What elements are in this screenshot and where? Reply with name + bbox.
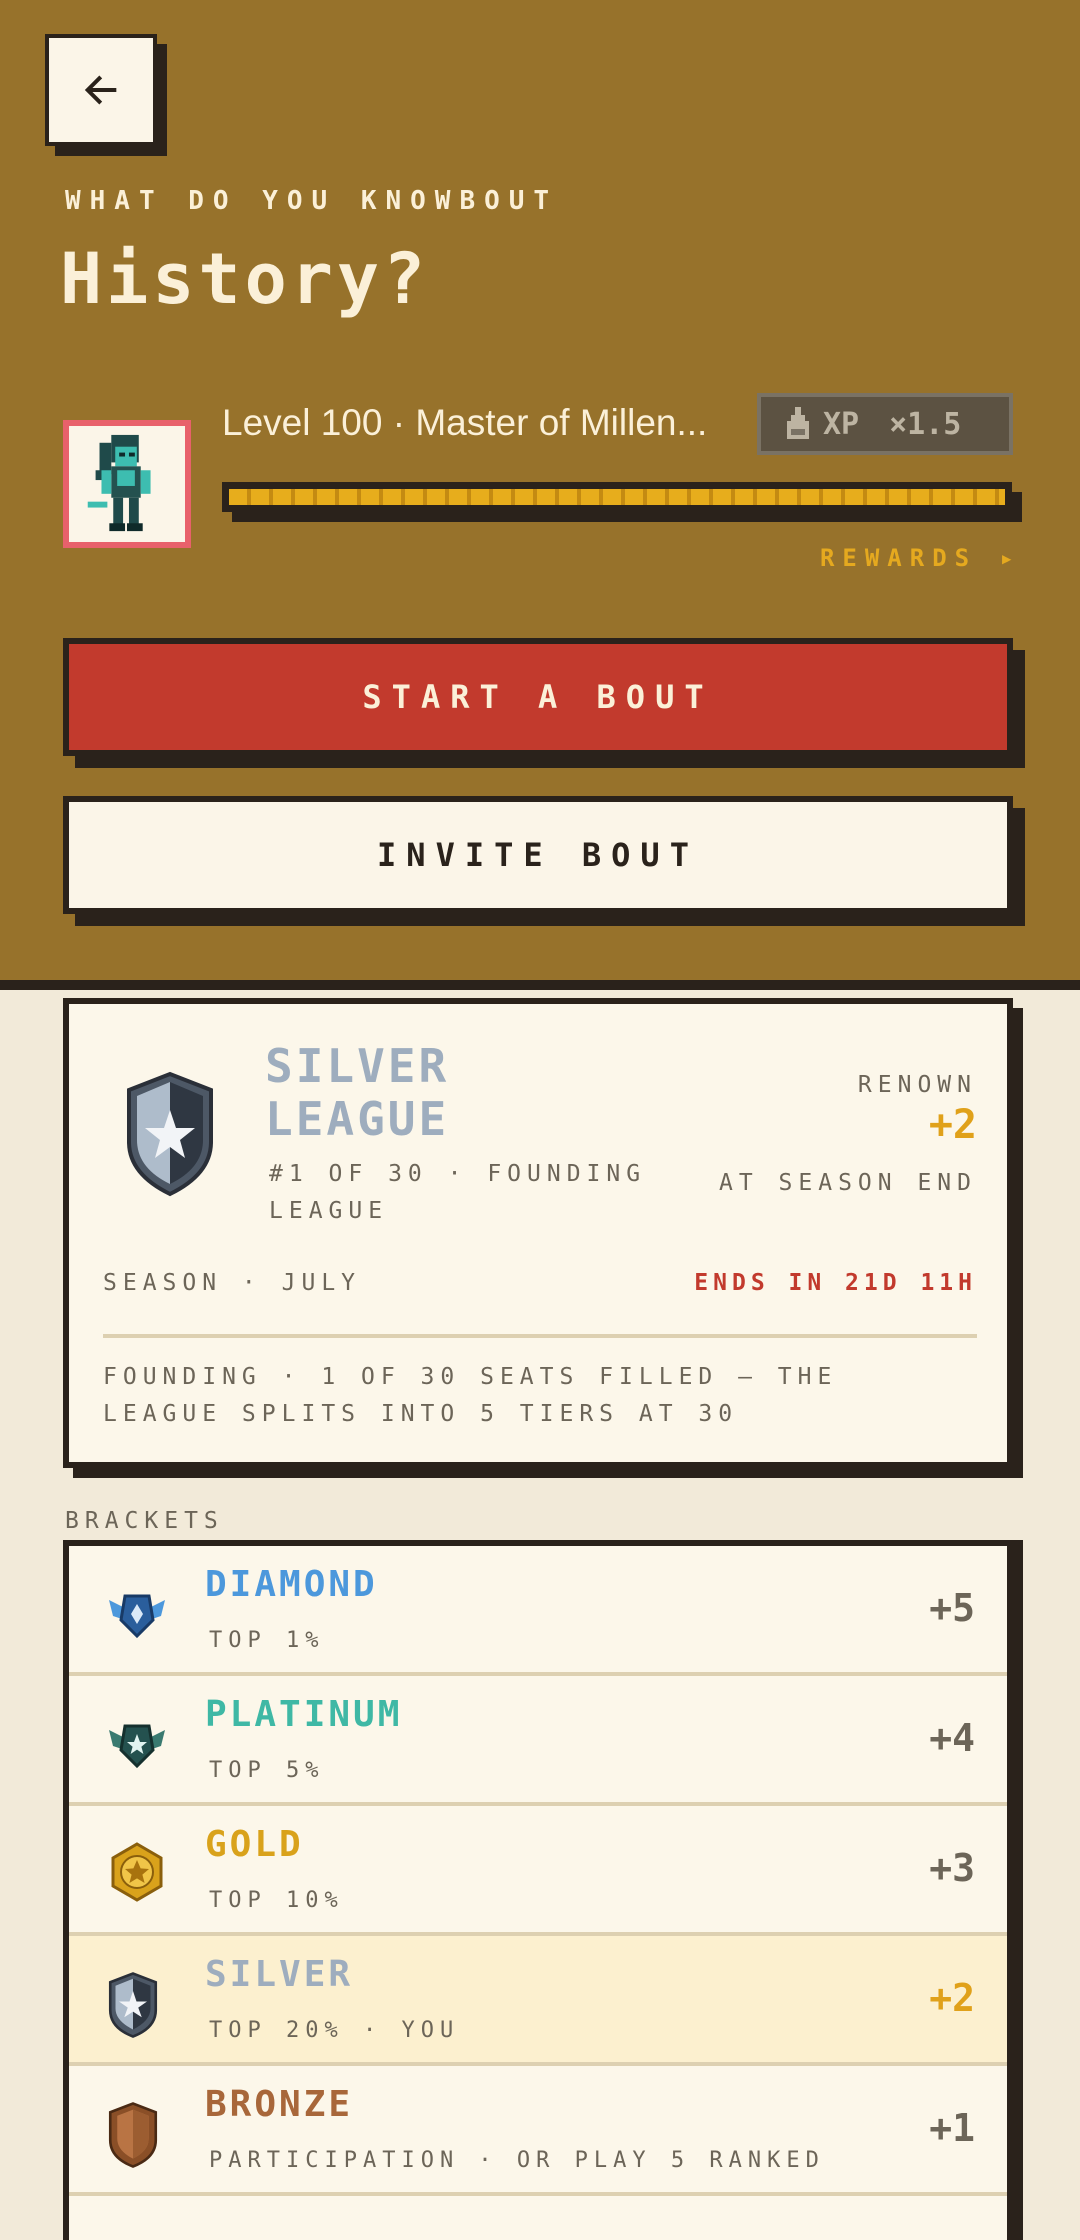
season-label: SEASON · JULY xyxy=(103,1270,362,1296)
xp-progress-bar xyxy=(222,482,1012,512)
bracket-name: GOLD xyxy=(205,1824,304,1865)
bracket-row-bronze[interactable]: BRONZE PARTICIPATION · OR PLAY 5 RANKED +1 xyxy=(69,2066,1007,2196)
bracket-threshold: TOP 20% · YOU xyxy=(209,2018,460,2043)
silver-star-shield-icon xyxy=(105,1970,169,2038)
season-countdown: ENDS IN 21D 11H xyxy=(694,1270,977,1296)
bracket-name: SILVER xyxy=(205,1954,354,1995)
bracket-renown-bonus: +5 xyxy=(929,1586,975,1630)
bracket-renown-bonus: +2 xyxy=(929,1976,975,2020)
hero-header: WHAT DO YOU KNOWBOUT History? Level 100 … xyxy=(0,0,1080,990)
character-avatar-icon xyxy=(87,434,151,532)
xp-label: XP xyxy=(823,406,860,442)
bracket-threshold: PARTICIPATION · OR PLAY 5 RANKED xyxy=(209,2148,825,2173)
bracket-name: BRONZE xyxy=(205,2084,354,2125)
invite-bout-button[interactable]: INVITE BOUT xyxy=(63,796,1013,914)
xp-multiplier: ×1.5 xyxy=(889,406,962,442)
xp-progress-fill xyxy=(229,489,1005,505)
gold-star-badge-icon xyxy=(105,1840,169,1904)
potion-icon xyxy=(787,407,809,439)
xp-multiplier-badge: XP ×1.5 xyxy=(757,393,1013,455)
bracket-threshold: TOP 10% xyxy=(209,1888,344,1913)
bracket-name: DIAMOND xyxy=(205,1564,378,1605)
bracket-row-diamond[interactable]: DIAMOND TOP 1% +5 xyxy=(69,1546,1007,1676)
bracket-threshold: TOP 1% xyxy=(209,1628,325,1653)
brackets-list: DIAMOND TOP 1% +5 PLATINUM TOP 5% +4 GOLD TOP 1… xyxy=(63,1540,1013,2240)
start-bout-button[interactable]: START A BOUT xyxy=(63,638,1013,756)
avatar[interactable] xyxy=(63,420,191,548)
bracket-row-platinum[interactable]: PLATINUM TOP 5% +4 xyxy=(69,1676,1007,1806)
bracket-row-gold[interactable]: GOLD TOP 10% +3 xyxy=(69,1806,1007,1936)
back-button[interactable] xyxy=(45,34,157,146)
platinum-wing-badge-icon xyxy=(105,1710,169,1774)
league-card: SILVER LEAGUE #1 OF 30 · FOUNDING LEAGUE… xyxy=(63,998,1013,1468)
rewards-link[interactable]: REWARDS ▸ xyxy=(820,544,1022,572)
topic-eyebrow: WHAT DO YOU KNOWBOUT xyxy=(65,186,559,216)
brackets-heading: BRACKETS xyxy=(65,1508,224,1534)
page-title: History? xyxy=(60,238,430,320)
season-end-label: AT SEASON END xyxy=(718,1170,977,1196)
bronze-shield-icon xyxy=(105,2100,169,2168)
silver-league-shield-icon xyxy=(127,1071,213,1197)
bracket-name: PLATINUM xyxy=(205,1694,403,1735)
renown-label: RENOWN xyxy=(857,1072,977,1098)
founding-note: FOUNDING · 1 OF 30 SEATS FILLED — THE LE… xyxy=(103,1364,838,1427)
bracket-renown-bonus: +1 xyxy=(929,2106,975,2150)
arrow-left-icon xyxy=(84,75,117,105)
renown-value: +2 xyxy=(928,1102,977,1148)
league-name: SILVER LEAGUE xyxy=(265,1039,450,1146)
bracket-row-silver[interactable]: SILVER TOP 20% · YOU +2 xyxy=(69,1936,1007,2066)
bracket-renown-bonus: +4 xyxy=(929,1716,975,1760)
divider xyxy=(103,1334,977,1338)
bracket-threshold: TOP 5% xyxy=(209,1758,325,1783)
diamond-wing-badge-icon xyxy=(105,1580,169,1644)
player-level-title: Level 100 · Master of Millen... xyxy=(222,402,708,443)
league-rank: #1 OF 30 · FOUNDING LEAGUE xyxy=(269,1161,647,1224)
bracket-renown-bonus: +3 xyxy=(929,1846,975,1890)
